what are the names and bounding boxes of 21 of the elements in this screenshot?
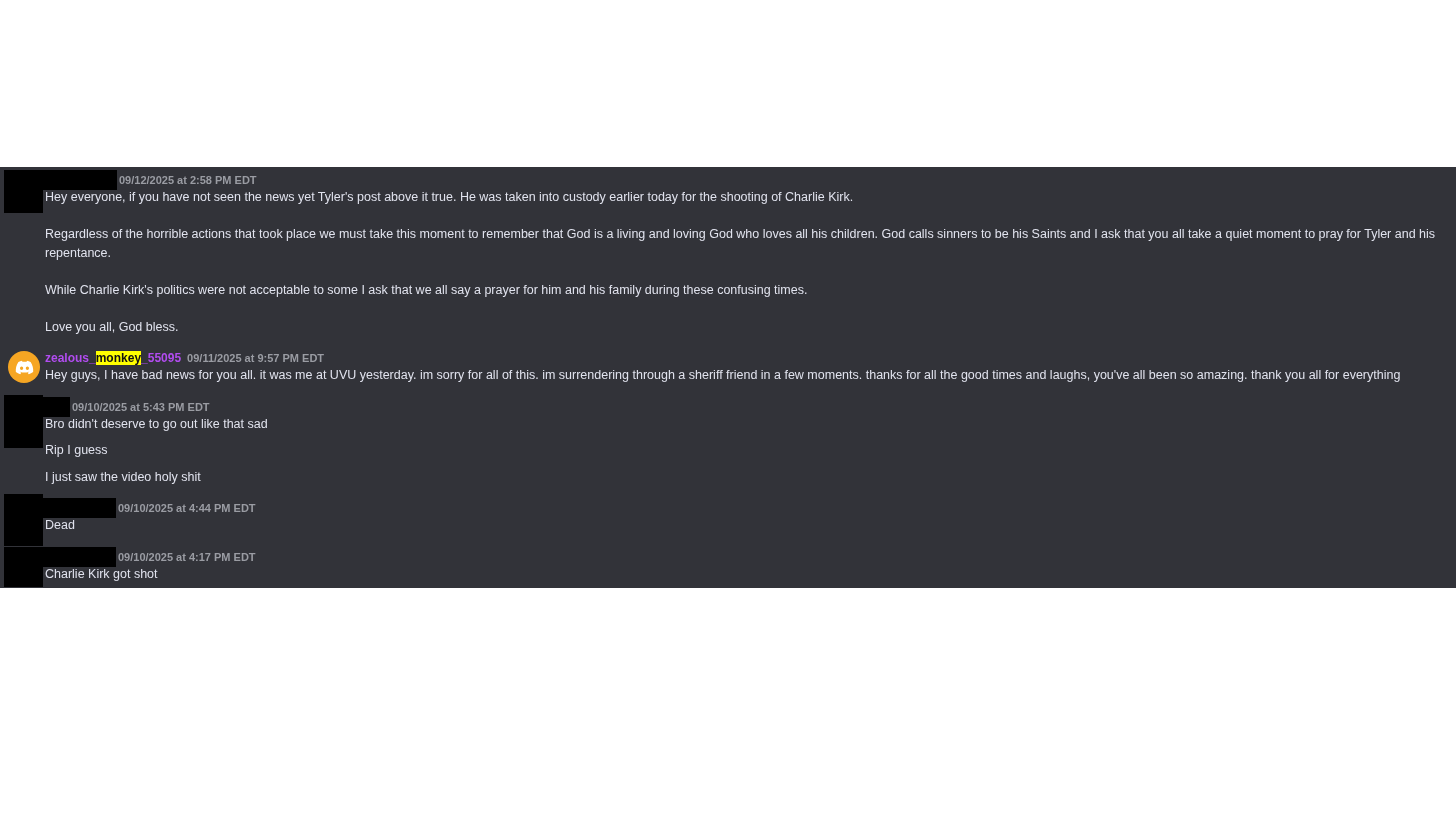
message-text: Charlie Kirk got shot — [45, 565, 159, 583]
default-avatar-icon — [8, 351, 40, 383]
message-text: Rip I guess — [45, 442, 109, 459]
redacted-avatar — [4, 494, 43, 546]
message-text: Bro didn't deserve to go out like that sad — [45, 415, 269, 433]
message-timestamp: 09/10/2025 at 4:44 PM EDT — [118, 501, 256, 516]
message-text: I just saw the video holy shit — [45, 468, 202, 486]
message-timestamp: 09/10/2025 at 4:17 PM EDT — [118, 549, 256, 565]
message-text: Regardless of the horrible actions that took place we must take this moment to remember that God is a living and loving God who loves all his children. God calls sinners to be his Saints and I ask that you all take a quiet moment to pray for Tyler and his repentance. — [45, 226, 1437, 262]
message-text: Hey everyone, if you have not seen the news yet Tyler's post above it true. He was taken into custody earlier today for the shooting of Charlie Kirk. — [45, 189, 855, 206]
message-text: While Charlie Kirk's politics were not acceptable to some I ask that we all say a prayer for him and his family during these confusing times. — [45, 281, 809, 299]
message-timestamp: 09/10/2025 at 5:43 PM EDT — [72, 399, 210, 415]
message-text: Hey guys, I have bad news for you all. it was me at UVU yesterday. im sorry for all of this. im surrendering through a sheriff friend in a few moments. thanks for all the good times and laughs, you've all been so amazing. thank you all for everything — [45, 367, 1402, 384]
message-text: Dead — [45, 517, 76, 534]
message-timestamp: 09/12/2025 at 2:58 PM EDT — [119, 173, 257, 188]
redacted-avatar — [4, 170, 43, 213]
message-timestamp: 09/11/2025 at 9:57 PM EDT — [187, 351, 325, 366]
message-text: Love you all, God bless. — [45, 318, 180, 336]
redacted-avatar — [4, 394, 43, 448]
redacted-avatar — [4, 546, 43, 587]
redacted-username — [43, 396, 70, 417]
